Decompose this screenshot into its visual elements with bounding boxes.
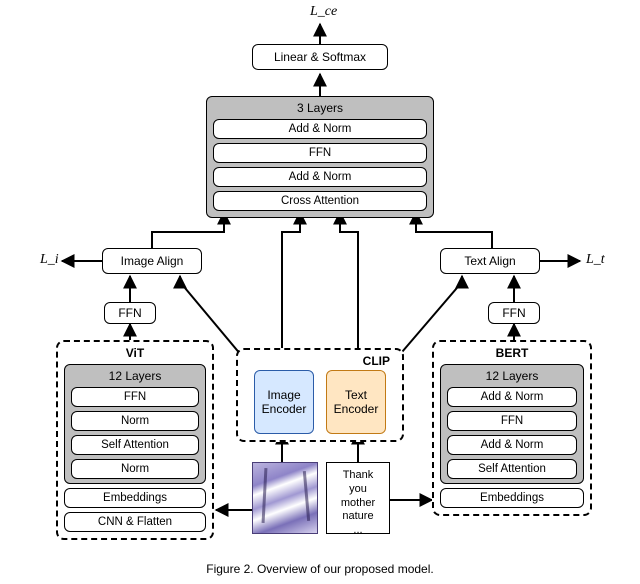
bert-panel: 12 Layers Add & Norm FFN Add & Norm Self…	[440, 364, 584, 484]
fusion-panel: 3 Layers Add & Norm FFN Add & Norm Cross…	[206, 96, 434, 218]
fusion-layer-0: Add & Norm	[213, 119, 427, 139]
ffn-left-block: FFN	[104, 302, 156, 324]
vit-box: ViT 12 Layers FFN Norm Self Attention No…	[56, 340, 214, 540]
bert-box: BERT 12 Layers Add & Norm FFN Add & Norm…	[432, 340, 592, 516]
loss-ce: L_ce	[310, 4, 337, 20]
clip-box: CLIP Image Encoder Text Encoder	[236, 348, 404, 442]
bert-panel-title: 12 Layers	[447, 369, 577, 383]
bert-layer-2: Add & Norm	[447, 435, 577, 455]
loss-i: L_i	[40, 252, 59, 268]
ffn-right-block: FFN	[488, 302, 540, 324]
bert-layer-0: Add & Norm	[447, 387, 577, 407]
vit-layer-1: Norm	[71, 411, 199, 431]
vit-layer-0: FFN	[71, 387, 199, 407]
bert-layer-3: Self Attention	[447, 459, 577, 479]
text-align-block: Text Align	[440, 248, 540, 274]
bert-extra-0: Embeddings	[440, 488, 584, 508]
loss-t: L_t	[586, 252, 605, 268]
diagram-canvas: L_ce L_i L_t Linear & Softmax 3 Layers A…	[0, 0, 640, 584]
vit-extra-0: Embeddings	[64, 488, 206, 508]
linear-softmax-block: Linear & Softmax	[252, 44, 388, 70]
clip-image-encoder: Image Encoder	[254, 370, 314, 434]
bert-layer-1: FFN	[447, 411, 577, 431]
clip-text-encoder: Text Encoder	[326, 370, 386, 434]
clip-title: CLIP	[244, 354, 396, 368]
image-align-block: Image Align	[102, 248, 202, 274]
figure-caption: Figure 2. Overview of our proposed model…	[0, 562, 640, 576]
bert-title: BERT	[440, 346, 584, 360]
fusion-layer-3: Cross Attention	[213, 191, 427, 211]
vit-title: ViT	[64, 346, 206, 360]
vit-panel-title: 12 Layers	[71, 369, 199, 383]
fusion-layer-1: FFN	[213, 143, 427, 163]
fusion-title: 3 Layers	[213, 101, 427, 115]
vit-panel: 12 Layers FFN Norm Self Attention Norm	[64, 364, 206, 484]
fusion-layer-2: Add & Norm	[213, 167, 427, 187]
input-text: Thank you mother nature ...	[326, 462, 390, 534]
vit-extra-1: CNN & Flatten	[64, 512, 206, 532]
vit-layer-2: Self Attention	[71, 435, 199, 455]
input-image	[252, 462, 318, 534]
vit-layer-3: Norm	[71, 459, 199, 479]
